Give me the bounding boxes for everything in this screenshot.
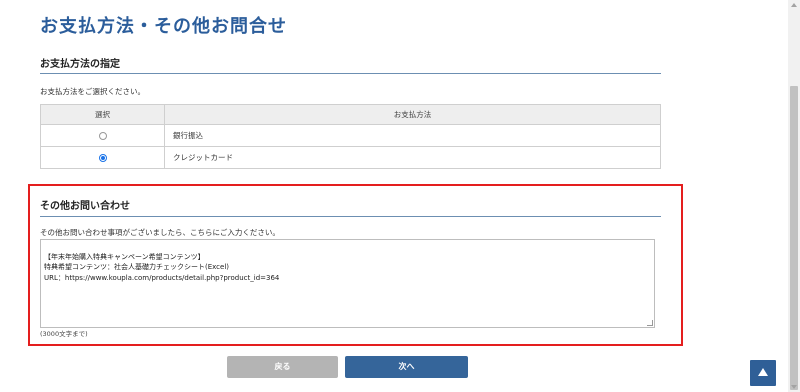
payment-option-row[interactable]: 銀行振込 <box>40 124 661 147</box>
radio-credit-card[interactable] <box>98 154 107 162</box>
inquiry-description: その他お問い合わせ事項がございましたら、こちらにご入力ください。 <box>40 228 280 237</box>
inquiry-section-divider <box>40 216 661 217</box>
back-button[interactable]: 戻る <box>227 356 338 378</box>
option-label-credit-card: クレジットカード <box>164 146 661 169</box>
vertical-scrollbar[interactable] <box>788 0 800 392</box>
header-method: お支払方法 <box>164 104 661 125</box>
scroll-up-icon[interactable] <box>791 3 797 7</box>
inquiry-section-title: その他お問い合わせ <box>40 201 130 212</box>
table-header-row: 選択 お支払方法 <box>40 104 661 125</box>
option-label-bank-transfer: 銀行振込 <box>164 124 661 147</box>
character-limit-note: (3000文字まで) <box>40 330 88 338</box>
scrollbar-thumb[interactable] <box>790 86 798 390</box>
payment-section-title: お支払方法の指定 <box>40 59 120 70</box>
header-select: 選択 <box>40 104 165 125</box>
payment-method-table: 選択 お支払方法 銀行振込 クレジットカード <box>40 104 661 169</box>
inquiry-textarea-value: 【年末年始購入特典キャンペーン希望コンテンツ】 特典希望コンテンツ：社会人基礎力… <box>44 252 280 282</box>
next-button[interactable]: 次へ <box>345 356 468 378</box>
scroll-down-icon[interactable] <box>791 385 797 389</box>
radio-bank-transfer[interactable] <box>98 132 107 140</box>
select-cell <box>40 146 165 169</box>
resize-handle-icon[interactable] <box>647 320 653 326</box>
inquiry-textarea[interactable]: 【年末年始購入特典キャンペーン希望コンテンツ】 特典希望コンテンツ：社会人基礎力… <box>40 239 655 328</box>
payment-section-divider <box>40 73 661 74</box>
scroll-to-top-button[interactable] <box>750 360 776 386</box>
payment-option-row[interactable]: クレジットカード <box>40 146 661 169</box>
payment-description: お支払方法をご選択ください。 <box>40 87 145 96</box>
select-cell <box>40 124 165 147</box>
page-title: お支払方法・その他お問合せ <box>40 16 287 37</box>
arrow-up-icon <box>758 368 768 376</box>
